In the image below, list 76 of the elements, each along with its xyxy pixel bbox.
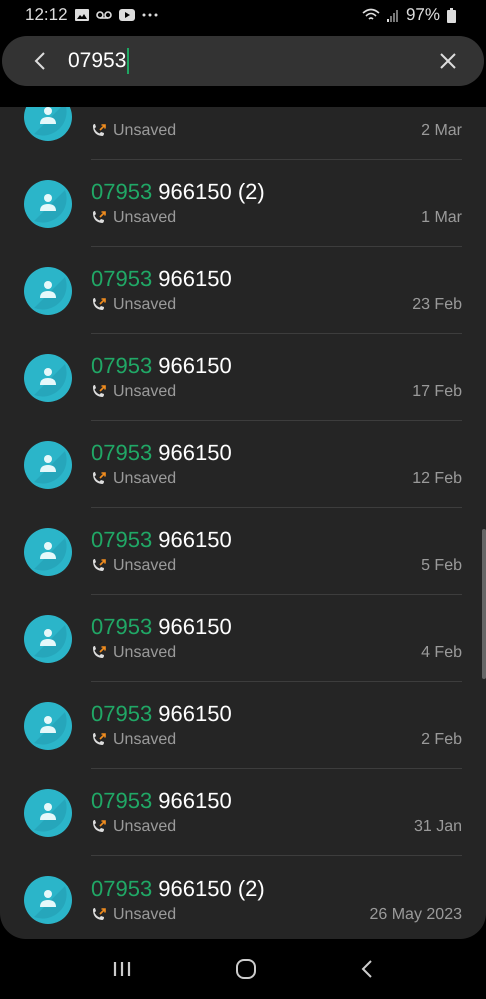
- call-log-item[interactable]: 07953 966150 Unsaved 12 Feb: [0, 421, 486, 508]
- contact-status: Unsaved: [113, 906, 176, 924]
- battery-percent: 97%: [406, 5, 440, 25]
- outgoing-call-icon: [91, 123, 107, 139]
- contact-status: Unsaved: [113, 383, 176, 401]
- play-icon: [118, 9, 135, 21]
- recent-apps-icon[interactable]: [112, 961, 131, 977]
- text-cursor: [127, 48, 130, 74]
- phone-number: 07953 966150 (2): [91, 179, 265, 204]
- outgoing-call-icon: [91, 558, 107, 574]
- call-date: 17 Feb: [412, 383, 462, 401]
- call-log-item[interactable]: 07953 966150 Unsaved 23 Feb: [0, 247, 486, 334]
- contact-status: Unsaved: [113, 470, 176, 488]
- call-date: 23 Feb: [412, 296, 462, 314]
- avatar-icon: [24, 440, 72, 488]
- avatar-icon: [24, 180, 72, 228]
- back-icon[interactable]: [361, 960, 374, 978]
- avatar-icon: [24, 702, 72, 750]
- search-bar[interactable]: 07953: [2, 36, 484, 86]
- wifi-icon: [362, 8, 380, 22]
- call-log-item[interactable]: 07953 966150 (2) Unsaved 1 Mar: [0, 160, 486, 247]
- call-log-item[interactable]: 07953 966150 Unsaved 4 Feb: [0, 595, 486, 682]
- contact-status: Unsaved: [113, 731, 176, 749]
- close-icon[interactable]: [440, 53, 456, 69]
- avatar-icon: [24, 528, 72, 576]
- outgoing-call-icon: [91, 906, 107, 922]
- avatar-icon: [24, 788, 72, 836]
- outgoing-call-icon: [91, 297, 107, 313]
- call-date: 2 Feb: [421, 731, 462, 749]
- call-date: 4 Feb: [421, 644, 462, 662]
- contact-status: Unsaved: [113, 209, 176, 227]
- phone-number: 07953 966150: [91, 701, 232, 726]
- call-log-item[interactable]: 07953 966150 Unsaved 2 Feb: [0, 682, 486, 769]
- avatar-icon: [24, 876, 72, 924]
- outgoing-call-icon: [91, 384, 107, 400]
- avatar-icon: [24, 614, 72, 662]
- call-log-item[interactable]: Unsaved 2 Mar: [0, 107, 486, 160]
- avatar-icon: [24, 354, 72, 402]
- outgoing-call-icon: [91, 210, 107, 226]
- call-log-item[interactable]: 07953 966150 Unsaved 17 Feb: [0, 334, 486, 421]
- voicemail-icon: [96, 10, 112, 20]
- gallery-icon: [74, 9, 89, 21]
- contact-status: Unsaved: [113, 644, 176, 662]
- outgoing-call-icon: [91, 732, 107, 748]
- call-log-item[interactable]: 07953 966150 (2) Unsaved 26 May 2023: [0, 856, 486, 939]
- call-date: 5 Feb: [421, 557, 462, 575]
- back-icon[interactable]: [34, 51, 46, 71]
- outgoing-call-icon: [91, 819, 107, 835]
- outgoing-call-icon: [91, 471, 107, 487]
- call-log-item[interactable]: 07953 966150 Unsaved 31 Jan: [0, 769, 486, 856]
- call-log-item[interactable]: 07953 966150 Unsaved 5 Feb: [0, 508, 486, 595]
- home-icon[interactable]: [236, 959, 256, 979]
- outgoing-call-icon: [91, 645, 107, 661]
- phone-number: 07953 966150: [91, 266, 232, 291]
- phone-number: 07953 966150: [91, 527, 232, 552]
- battery-icon: [447, 8, 456, 22]
- call-date: 31 Jan: [414, 818, 462, 836]
- contact-status: Unsaved: [113, 296, 176, 314]
- phone-number: 07953 966150: [91, 440, 232, 465]
- contact-status: Unsaved: [113, 557, 176, 575]
- phone-number: 07953 966150: [91, 614, 232, 639]
- scrollbar[interactable]: [482, 529, 486, 679]
- contact-status: Unsaved: [113, 122, 176, 140]
- phone-number: 07953 966150 (2): [91, 876, 265, 900]
- phone-number: 07953 966150: [91, 788, 232, 813]
- search-field[interactable]: 07953: [68, 49, 126, 73]
- phone-number: 07953 966150: [91, 353, 232, 378]
- avatar-icon: [24, 266, 72, 314]
- call-date: 12 Feb: [412, 470, 462, 488]
- call-date: 26 May 2023: [369, 906, 462, 924]
- call-date: 2 Mar: [421, 122, 462, 140]
- contact-status: Unsaved: [113, 818, 176, 836]
- more-icon: [142, 13, 158, 17]
- call-date: 1 Mar: [421, 209, 462, 227]
- signal-icon: [386, 8, 399, 22]
- clock: 12:12: [25, 5, 68, 25]
